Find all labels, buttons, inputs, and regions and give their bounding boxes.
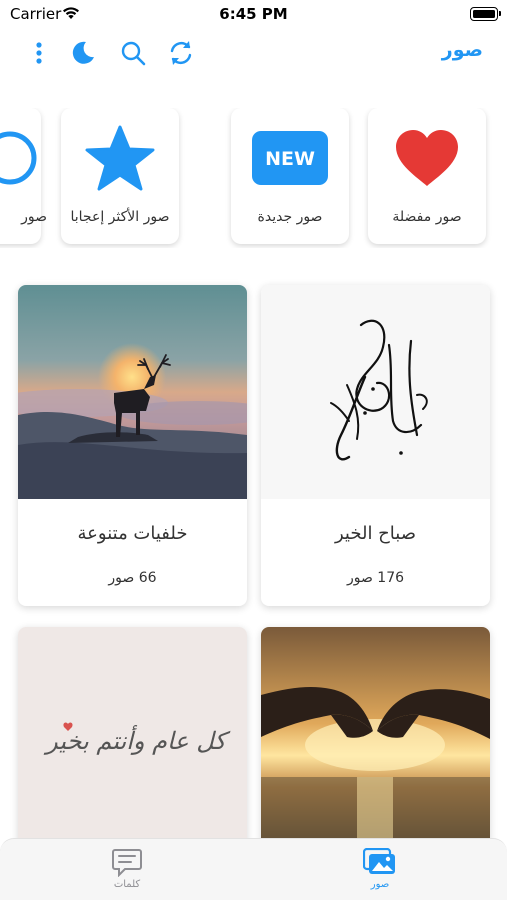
- new-badge-text: NEW: [265, 148, 315, 170]
- deer-sunset-image: [18, 285, 247, 499]
- images-icon: [330, 847, 430, 877]
- category-favorites[interactable]: صور مفضلة: [368, 108, 486, 244]
- category-label: صور الأكثر إعجابا: [70, 209, 170, 225]
- category-most-liked[interactable]: صور الأكثر إعجابا: [61, 108, 179, 244]
- heart-hands-image: [261, 627, 490, 841]
- star-icon: [61, 125, 179, 191]
- calligraphy-greeting-image: كل عام وأنتم بخير: [18, 627, 247, 841]
- category-label: صور جديدة: [257, 209, 323, 225]
- album-title: خلفيات متنوعة: [77, 523, 188, 544]
- category-label: صور مفضلة: [392, 209, 462, 225]
- battery-icon: [470, 7, 501, 21]
- more-options-icon[interactable]: [24, 38, 54, 68]
- clock: 6:45 PM: [219, 5, 288, 23]
- category-label: صور: [21, 209, 47, 225]
- calligraphy-good-morning-image: [261, 285, 490, 499]
- tab-label: صور: [370, 879, 390, 890]
- tab-label: كلمات: [113, 879, 141, 890]
- new-badge-icon: NEW: [231, 126, 349, 190]
- album-card-heart-hands[interactable]: [261, 627, 490, 867]
- partial-icon: [0, 126, 41, 190]
- dark-mode-icon[interactable]: [68, 38, 98, 68]
- album-count: 66 صور: [108, 570, 157, 586]
- refresh-icon[interactable]: [166, 38, 196, 68]
- status-bar: Carrier 6:45 PM: [0, 0, 507, 28]
- album-card-good-morning[interactable]: صباح الخير 176 صور: [261, 285, 490, 606]
- page-title: صور: [441, 39, 483, 61]
- tab-words[interactable]: كلمات: [77, 847, 177, 897]
- tab-images[interactable]: صور: [330, 847, 430, 897]
- album-card-greeting[interactable]: كل عام وأنتم بخير: [18, 627, 247, 867]
- categories-row: صور مفضلة NEW صور جديدة صور الأكثر إعجاب…: [0, 108, 507, 248]
- category-new[interactable]: NEW صور جديدة: [231, 108, 349, 244]
- nav-bar: صور: [0, 30, 507, 76]
- search-icon[interactable]: [118, 38, 148, 68]
- chat-icon: [77, 847, 177, 877]
- category-partial[interactable]: صور: [0, 108, 47, 244]
- album-title: صباح الخير: [334, 523, 416, 544]
- album-count: 176 صور: [346, 570, 405, 586]
- album-card-backgrounds[interactable]: خلفيات متنوعة 66 صور: [18, 285, 247, 606]
- heart-icon: [368, 126, 486, 190]
- tab-bar: صور كلمات: [0, 838, 507, 900]
- greeting-image-text: كل عام وأنتم بخير: [43, 725, 230, 755]
